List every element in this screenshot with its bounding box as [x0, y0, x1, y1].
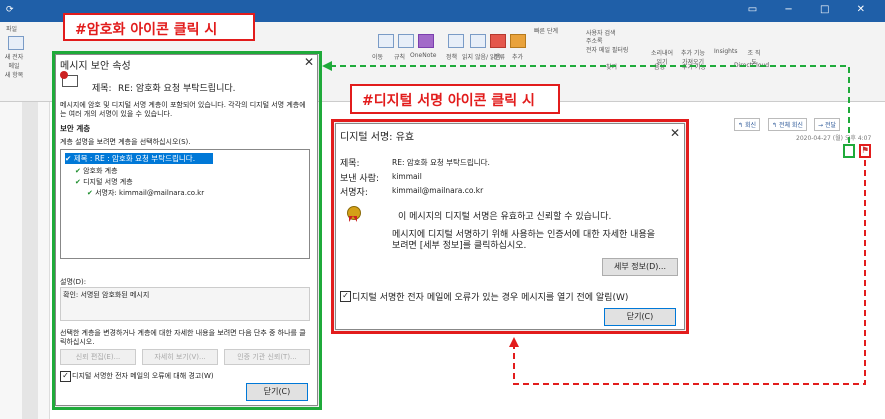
green-arrow-line [326, 65, 850, 143]
red-arrow-head [509, 337, 519, 347]
green-arrow-head [322, 61, 332, 71]
red-arrow-line [513, 160, 866, 385]
annotation-arrows [322, 61, 866, 385]
